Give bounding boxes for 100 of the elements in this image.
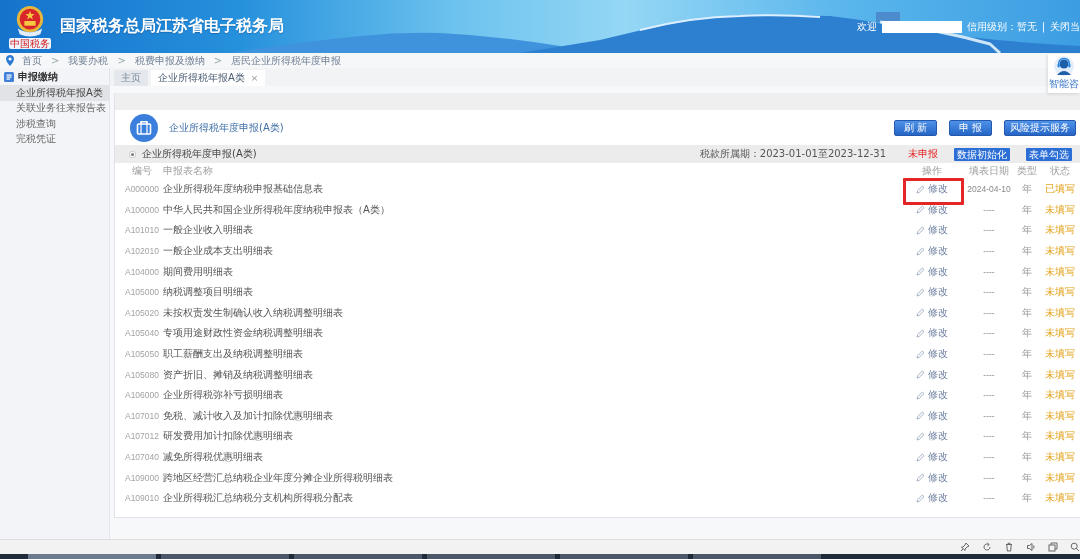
edit-link[interactable]: 修改 [916,347,948,362]
edit-link[interactable]: 修改 [916,429,948,444]
edit-link[interactable]: 修改 [916,491,948,506]
form-code: A102010 [124,246,159,257]
tab-close-button[interactable]: × [250,73,259,83]
edit-link[interactable]: 修改 [916,223,948,238]
fill-status: 未填写 [1045,264,1075,279]
column-header: 填表日期 [969,164,1009,178]
breadcrumb-separator: > [117,55,126,66]
action-button[interactable]: 申 报 [949,119,992,136]
breadcrumb-link[interactable]: 我要办税 [68,53,109,68]
fill-date: 2024-04-10 [967,184,1011,195]
close-link[interactable]: 关闭当 [1050,19,1080,34]
form-code: A109010 [124,493,159,504]
form-code: A107010 [124,410,159,421]
form-name: 研发费用加计扣除优惠明细表 [163,429,293,444]
edit-link[interactable]: 修改 [916,305,948,320]
fill-date: ---- [983,431,995,442]
site-title: 国家税务总局江苏省电子税务局 [60,16,284,37]
form-code: A105040 [124,328,159,339]
tab[interactable]: 主页 [114,70,148,86]
form-name: 一般企业收入明细表 [163,223,253,238]
form-name: 企业所得税年度纳税申报基础信息表 [163,182,323,197]
fill-date: ---- [983,452,995,462]
fill-status: 已填写 [1045,182,1075,197]
form-name: 减免所得税优惠明细表 [163,450,263,464]
fill-date: ---- [983,204,995,215]
form-name: 中华人民共和国企业所得税年度纳税申报表（A类） [163,202,390,217]
period-type: 年 [1022,429,1032,444]
fill-date: ---- [983,328,995,339]
pencil-icon [916,184,925,194]
period-type: 年 [1022,450,1032,464]
form-name: 一般企业成本支出明细表 [163,244,273,259]
breadcrumb-link[interactable]: 居民企业所得税年度申报 [231,53,342,68]
form-code: A101010 [124,225,159,236]
speaker-icon[interactable] [1026,542,1036,552]
fill-status: 未填写 [1045,367,1075,382]
form-code: A100000 [124,204,159,215]
edit-link[interactable]: 修改 [916,244,948,259]
action-button[interactable]: 刷 新 [894,119,937,136]
edit-link[interactable]: 修改 [916,264,948,279]
period-type: 年 [1022,182,1032,197]
breadcrumb-link[interactable]: 首页 [22,53,42,68]
edit-link[interactable]: 修改 [916,388,948,403]
fill-date: ---- [983,410,995,421]
period-type: 年 [1022,244,1032,259]
window-icon[interactable] [1048,542,1058,552]
fill-status: 未填写 [1045,470,1075,485]
pushpin-icon[interactable] [960,542,970,552]
form-code: A105050 [124,349,159,360]
fill-status: 未填写 [1045,408,1075,423]
sidebar-item[interactable]: 涉税查询 [0,116,109,132]
form-name: 企业所得税弥补亏损明细表 [163,388,283,403]
tax-period-text: 税款所属期：2023-01-01至2023-12-31 [699,147,886,161]
small-action-button[interactable]: 表单勾选 [1026,147,1072,161]
period-type: 年 [1022,408,1032,423]
refresh-icon[interactable] [982,542,992,552]
sidebar-item[interactable]: 完税凭证 [0,131,109,147]
assistant-label[interactable]: 智能咨 [1049,77,1079,91]
logo-caption: 中国税务 [9,37,51,49]
fill-status: 未填写 [1045,347,1075,362]
pencil-icon [916,452,925,462]
form-code: A105020 [124,307,159,318]
tab[interactable]: 企业所得税年报A类 × [151,70,266,86]
form-code: A104000 [124,266,159,277]
form-code: A107012 [124,431,159,442]
pencil-icon [916,246,925,256]
form-code: A105000 [124,287,159,298]
column-header: 编号 [132,164,152,178]
edit-link[interactable]: 修改 [916,182,948,197]
edit-link[interactable]: 修改 [916,367,948,382]
period-type: 年 [1022,285,1032,300]
form-name: 纳税调整项目明细表 [163,285,253,300]
fill-date: ---- [983,266,995,277]
breadcrumb-link[interactable]: 税费申报及缴纳 [134,53,205,68]
edit-link[interactable]: 修改 [916,326,948,341]
assistant-widget[interactable]: 智能咨 [1048,54,1080,93]
fill-status: 未填写 [1045,491,1075,506]
headset-agent-icon[interactable] [1054,56,1074,76]
fill-status: 未填写 [1045,429,1075,444]
trash-icon[interactable] [1004,542,1014,552]
divider-text: | [1041,21,1045,32]
form-name: 资产折旧、摊销及纳税调整明细表 [163,367,313,382]
fill-date: ---- [983,390,995,401]
edit-link[interactable]: 修改 [916,470,948,485]
edit-link[interactable]: 修改 [916,285,948,300]
period-type: 年 [1022,223,1032,238]
breadcrumb-separator: > [213,55,223,66]
bullet-icon [129,150,136,158]
period-type: 年 [1022,202,1032,217]
search-icon[interactable] [1070,542,1080,552]
fill-status: 未填写 [1045,388,1075,403]
action-button[interactable]: 风险提示服务 [1004,119,1076,136]
edit-link[interactable]: 修改 [916,202,948,217]
sidebar-item[interactable]: 关联业务往来报告表 [0,100,109,116]
edit-link[interactable]: 修改 [916,450,948,464]
small-action-button[interactable]: 数据初始化 [954,147,1010,161]
fill-status: 未填写 [1045,450,1075,464]
edit-link[interactable]: 修改 [916,408,948,423]
sidebar-item[interactable]: 企业所得税年报A类 [0,85,109,101]
